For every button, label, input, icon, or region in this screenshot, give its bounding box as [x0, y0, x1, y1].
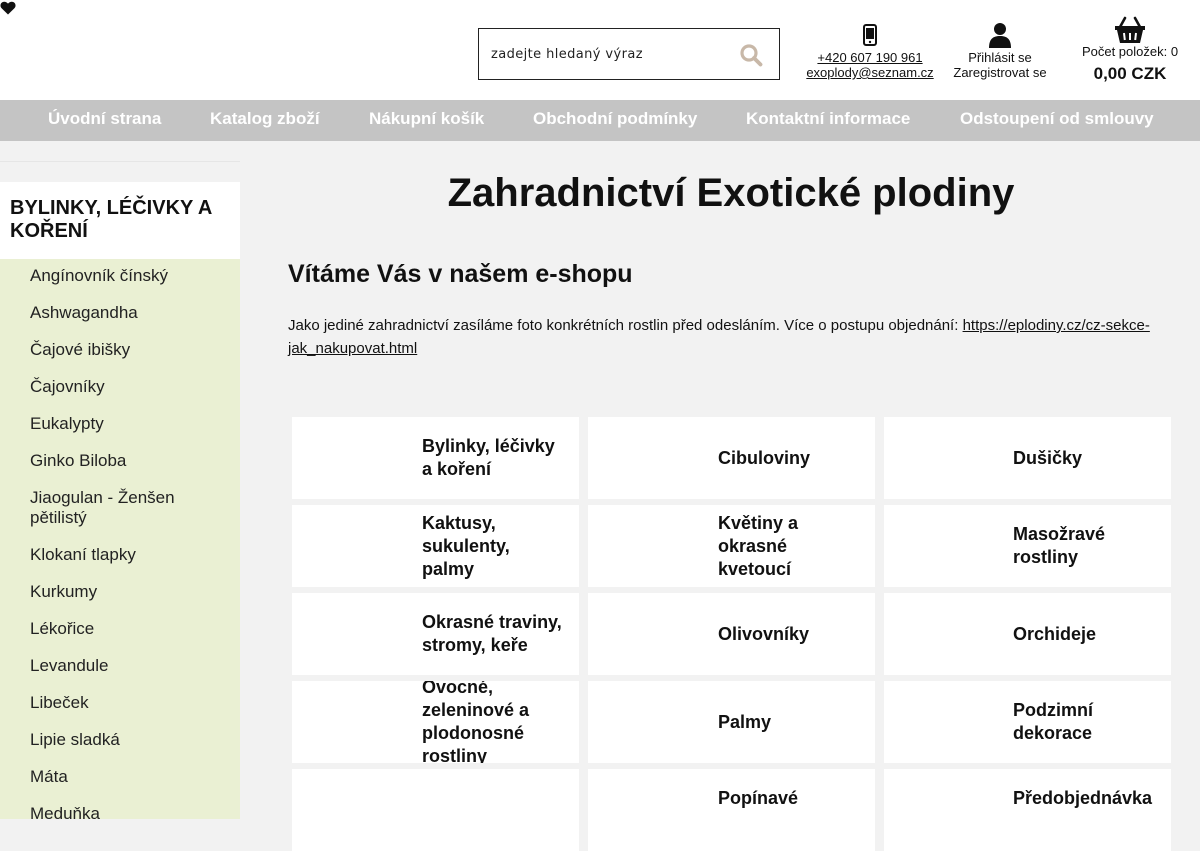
sidebar-item[interactable]: Libeček — [0, 693, 240, 713]
category-card-label: Popínavé — [718, 788, 799, 808]
sidebar-item[interactable]: Levandule — [0, 656, 240, 676]
category-card[interactable]: Předobjednávka — [884, 769, 1171, 851]
category-card-label: Předobjednávka — [1013, 788, 1153, 808]
search-box — [478, 28, 780, 80]
category-card-label: Podzimní dekorace — [1013, 700, 1093, 743]
nav-terms[interactable]: Obchodní podmínky — [533, 109, 697, 129]
sidebar-item[interactable]: Klokaní tlapky — [0, 545, 240, 565]
cart-total: 0,00 CZK — [1093, 64, 1167, 83]
intro-paragraph: Jako jediné zahradnictví zasíláme foto k… — [288, 314, 1178, 360]
email-link[interactable]: exoplody@seznam.cz — [800, 65, 940, 80]
category-card-label: Ovocné, zeleninové a plodonosné rostliny — [422, 681, 530, 763]
page-title: Zahradnictví Exotické plodiny — [447, 171, 1015, 215]
phone-icon — [863, 24, 877, 46]
category-card-label: Orchideje — [1013, 623, 1097, 644]
category-card[interactable]: Orchideje — [884, 593, 1171, 675]
category-card-label: Kaktusy, sukulenty, palmy — [422, 512, 510, 579]
sidebar-item[interactable]: Ginko Biloba — [0, 451, 240, 471]
category-card[interactable]: Popínavé — [588, 769, 875, 851]
cart-count: Počet položek: 0 — [1081, 44, 1179, 59]
category-card[interactable]: Kaktusy, sukulenty, palmy — [292, 505, 579, 587]
category-card[interactable]: Ovocné, zeleninové a plodonosné rostliny — [292, 681, 579, 763]
sidebar-item[interactable]: Lékořice — [0, 619, 240, 639]
sidebar-item[interactable]: Máta — [0, 767, 240, 787]
category-card[interactable]: Květiny a okrasné kvetoucí — [588, 505, 875, 587]
category-card[interactable]: Cibuloviny — [588, 417, 875, 499]
category-card-label: Cibuloviny — [718, 447, 811, 468]
category-card-label: Bylinky, léčivky a koření — [422, 436, 555, 479]
sidebar-item[interactable]: Lipie sladká — [0, 730, 240, 750]
divider — [0, 161, 240, 162]
user-icon[interactable] — [988, 22, 1012, 48]
category-card[interactable]: Olivovníky — [588, 593, 875, 675]
category-card[interactable]: Palmy — [588, 681, 875, 763]
category-card-label: Olivovníky — [718, 623, 810, 644]
main-content: Zahradnictví Exotické plodiny Vítáme Vás… — [240, 141, 1200, 851]
category-card-label: Palmy — [718, 711, 772, 732]
category-card-label: Okrasné traviny, stromy, keře — [422, 612, 562, 655]
sidebar-item[interactable]: Meduňka — [0, 804, 240, 824]
account-box: Přihlásit se Zaregistrovat se — [945, 22, 1055, 80]
category-card-label: Masožravé rostliny — [1013, 524, 1106, 567]
site-header: +420 607 190 961 exoplody@seznam.cz Přih… — [0, 0, 1200, 100]
subcategory-list: Angínovník čínský Ashwagandha Čajové ibi… — [0, 259, 240, 823]
contact-info: +420 607 190 961 exoplody@seznam.cz — [800, 24, 940, 80]
main-navigation: Úvodní strana Katalog zboží Nákupní koší… — [0, 100, 1200, 141]
phone-link[interactable]: +420 607 190 961 — [800, 50, 940, 65]
nav-home[interactable]: Úvodní strana — [48, 109, 161, 129]
search-icon[interactable] — [739, 43, 763, 67]
basket-icon[interactable] — [1114, 16, 1146, 44]
nav-cart[interactable]: Nákupní košík — [369, 109, 484, 129]
intro-text: Jako jediné zahradnictví zasíláme foto k… — [288, 317, 963, 334]
category-card[interactable]: Okrasné traviny, stromy, keře — [292, 593, 579, 675]
sidebar-item[interactable]: Čajové ibišky — [0, 340, 240, 360]
cart-summary[interactable]: Počet položek: 0 0,00 CZK — [1075, 16, 1185, 84]
category-card[interactable]: Podzimní dekorace — [884, 681, 1171, 763]
sidebar-item[interactable]: Kurkumy — [0, 582, 240, 602]
welcome-heading: Vítáme Vás v našem e-shopu — [288, 260, 633, 288]
category-card[interactable]: Bylinky, léčivky a koření — [292, 417, 579, 499]
sidebar: Bylinky, léčivky a koření Angínovník čín… — [0, 141, 240, 823]
nav-catalog[interactable]: Katalog zboží — [210, 109, 320, 129]
register-link[interactable]: Zaregistrovat se — [945, 65, 1055, 80]
sidebar-item[interactable]: Angínovník čínský — [0, 266, 240, 286]
sidebar-category-title[interactable]: Bylinky, léčivky a koření — [0, 182, 240, 259]
sidebar-item[interactable]: Jiaogulan - Ženšen pětilistý — [0, 488, 240, 528]
heart-icon[interactable] — [0, 1, 16, 15]
category-card[interactable] — [292, 769, 579, 851]
login-link[interactable]: Přihlásit se — [945, 50, 1055, 65]
category-card-label: Květiny a okrasné kvetoucí — [718, 512, 799, 579]
category-card-label: Dušičky — [1013, 447, 1083, 468]
nav-withdrawal[interactable]: Odstoupení od smlouvy — [960, 109, 1154, 129]
sidebar-item[interactable]: Ashwagandha — [0, 303, 240, 323]
sidebar-item[interactable]: Čajovníky — [0, 377, 240, 397]
nav-contact[interactable]: Kontaktní informace — [746, 109, 910, 129]
sidebar-item[interactable]: Eukalypty — [0, 414, 240, 434]
search-input[interactable] — [489, 29, 729, 79]
category-card[interactable]: Masožravé rostliny — [884, 505, 1171, 587]
category-card[interactable]: Dušičky — [884, 417, 1171, 499]
